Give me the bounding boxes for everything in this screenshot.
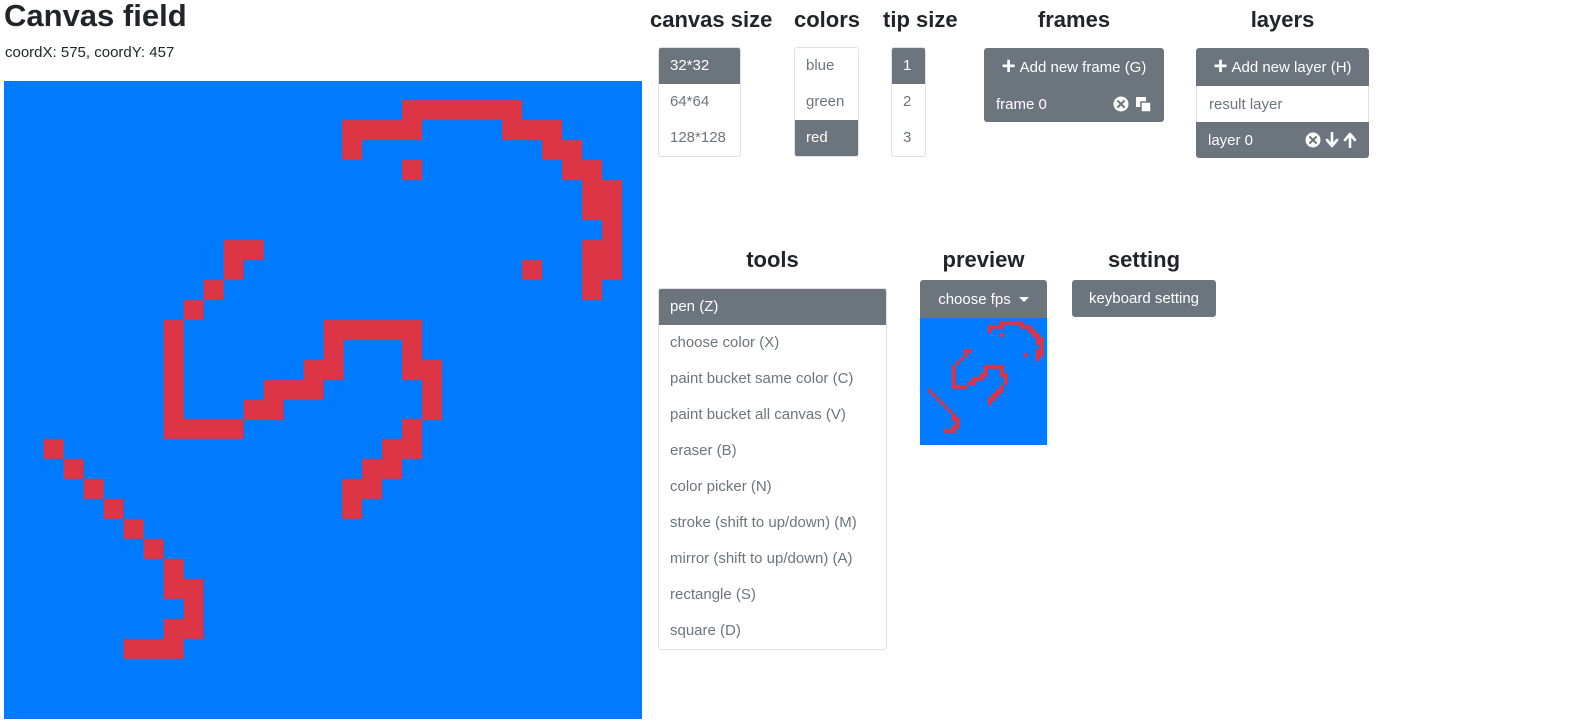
canvas-size-title: canvas size — [650, 7, 773, 32]
tool-rectangle[interactable]: rectangle (S) — [659, 577, 886, 613]
arrow-up-icon[interactable] — [1343, 132, 1357, 148]
canvas-size-option-32[interactable]: 32*32 — [659, 48, 740, 84]
tool-choose-color[interactable]: choose color (X) — [659, 325, 886, 361]
choose-fps-dropdown[interactable]: choose fps — [920, 280, 1047, 318]
copy-frame-icon[interactable] — [1135, 96, 1152, 113]
canvas-size-list: 32*32 64*64 128*128 — [658, 47, 741, 157]
add-frame-label: Add new frame (G) — [1019, 58, 1147, 76]
frame-item[interactable]: frame 0 — [984, 86, 1164, 122]
tip-size-option-1[interactable]: 1 — [892, 48, 925, 84]
frame-label: frame 0 — [996, 95, 1047, 113]
frames-title: frames — [1037, 7, 1111, 32]
tools-list: pen (Z) choose color (X) paint bucket sa… — [658, 288, 887, 650]
drawing-canvas[interactable] — [4, 81, 642, 719]
tip-size-option-3[interactable]: 3 — [892, 120, 925, 156]
layer-label: layer 0 — [1208, 131, 1254, 149]
layers-title: layers — [1250, 7, 1315, 32]
coordinates-readout: coordX: 575, coordY: 457 — [5, 44, 175, 61]
canvas-size-option-64[interactable]: 64*64 — [659, 84, 740, 120]
plus-icon: + — [1213, 53, 1228, 80]
color-option-red[interactable]: red — [795, 120, 858, 156]
tip-size-list: 1 2 3 — [891, 47, 926, 157]
animation-preview — [920, 318, 1047, 445]
tool-mirror[interactable]: mirror (shift to up/down) (A) — [659, 541, 886, 577]
tip-size-title: tip size — [883, 7, 958, 32]
tool-paint-bucket-same-color[interactable]: paint bucket same color (C) — [659, 361, 886, 397]
delete-layer-icon[interactable] — [1305, 132, 1321, 148]
tools-title: tools — [746, 247, 799, 272]
layer-item[interactable]: layer 0 — [1196, 122, 1369, 158]
tool-square[interactable]: square (D) — [659, 613, 886, 649]
keyboard-setting-label: keyboard setting — [1088, 290, 1200, 307]
plus-icon: + — [1001, 53, 1016, 80]
tool-pen[interactable]: pen (Z) — [659, 289, 886, 325]
choose-fps-label: choose fps — [938, 290, 1011, 308]
result-layer-item[interactable]: result layer — [1196, 86, 1369, 122]
caret-down-icon — [1018, 296, 1029, 302]
page-title: Canvas field — [4, 0, 187, 33]
colors-title: colors — [794, 7, 861, 32]
add-frame-button[interactable]: + Add new frame (G) — [984, 48, 1164, 86]
color-option-green[interactable]: green — [795, 84, 858, 120]
add-layer-label: Add new layer (H) — [1231, 58, 1352, 76]
keyboard-setting-button[interactable]: keyboard setting — [1072, 280, 1216, 317]
setting-title: setting — [1107, 247, 1181, 272]
tool-color-picker[interactable]: color picker (N) — [659, 469, 886, 505]
result-layer-label: result layer — [1209, 95, 1283, 113]
tool-stroke[interactable]: stroke (shift to up/down) (M) — [659, 505, 886, 541]
arrow-down-icon[interactable] — [1325, 132, 1339, 148]
tool-paint-bucket-all-canvas[interactable]: paint bucket all canvas (V) — [659, 397, 886, 433]
tool-eraser[interactable]: eraser (B) — [659, 433, 886, 469]
colors-list: blue green red — [794, 47, 859, 157]
canvas-size-option-128[interactable]: 128*128 — [659, 120, 740, 156]
color-option-blue[interactable]: blue — [795, 48, 858, 84]
tip-size-option-2[interactable]: 2 — [892, 84, 925, 120]
add-layer-button[interactable]: + Add new layer (H) — [1196, 48, 1369, 86]
preview-title: preview — [942, 247, 1025, 272]
delete-frame-icon[interactable] — [1113, 96, 1129, 112]
